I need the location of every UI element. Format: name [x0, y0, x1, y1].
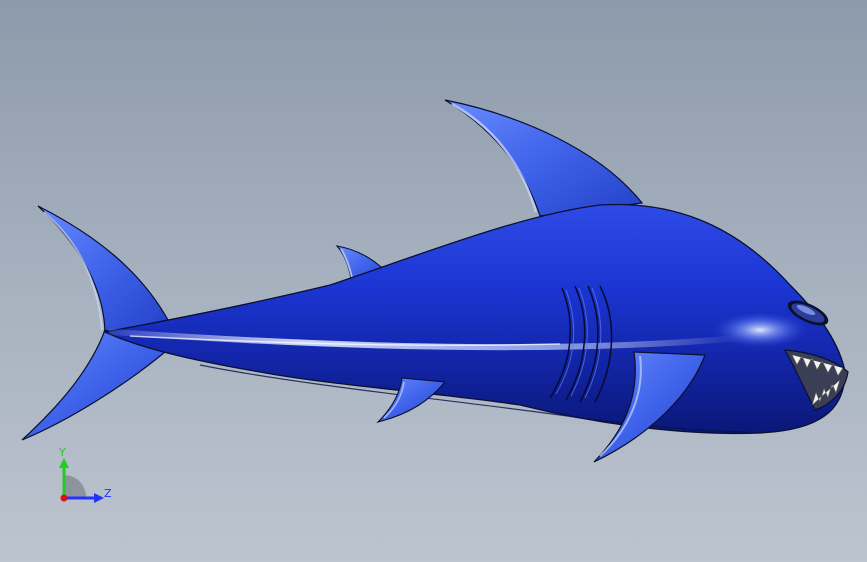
cad-viewport[interactable]: Y Z — [0, 0, 867, 562]
triad-plane-icon — [64, 475, 87, 498]
dorsal-fin[interactable] — [444, 99, 644, 217]
y-axis-label: Y — [58, 446, 66, 459]
x-axis-origin — [60, 494, 68, 502]
coordinate-triad: Y Z — [58, 446, 112, 503]
shark-body[interactable] — [102, 203, 846, 435]
model-view[interactable]: Y Z — [0, 0, 867, 562]
z-axis-label: Z — [104, 487, 112, 500]
tail-fin[interactable] — [21, 205, 169, 441]
